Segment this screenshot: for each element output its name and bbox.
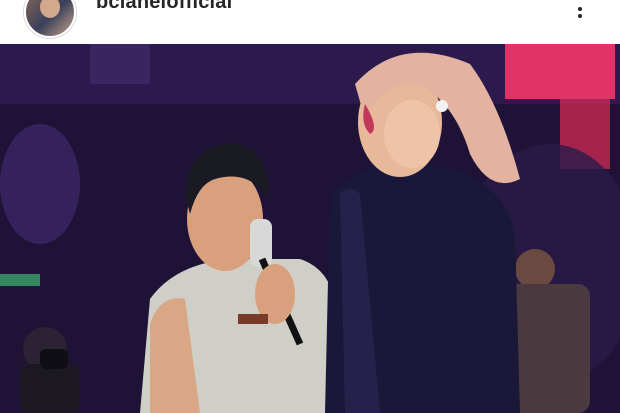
profile-avatar-icon[interactable] [24,0,76,38]
post-header: bclaneiofficial [0,0,620,44]
post-photo[interactable] [0,44,620,413]
post-username[interactable]: bclaneiofficial [96,0,232,12]
concert-photo-illustration [0,44,620,413]
more-options-icon[interactable] [568,0,592,18]
